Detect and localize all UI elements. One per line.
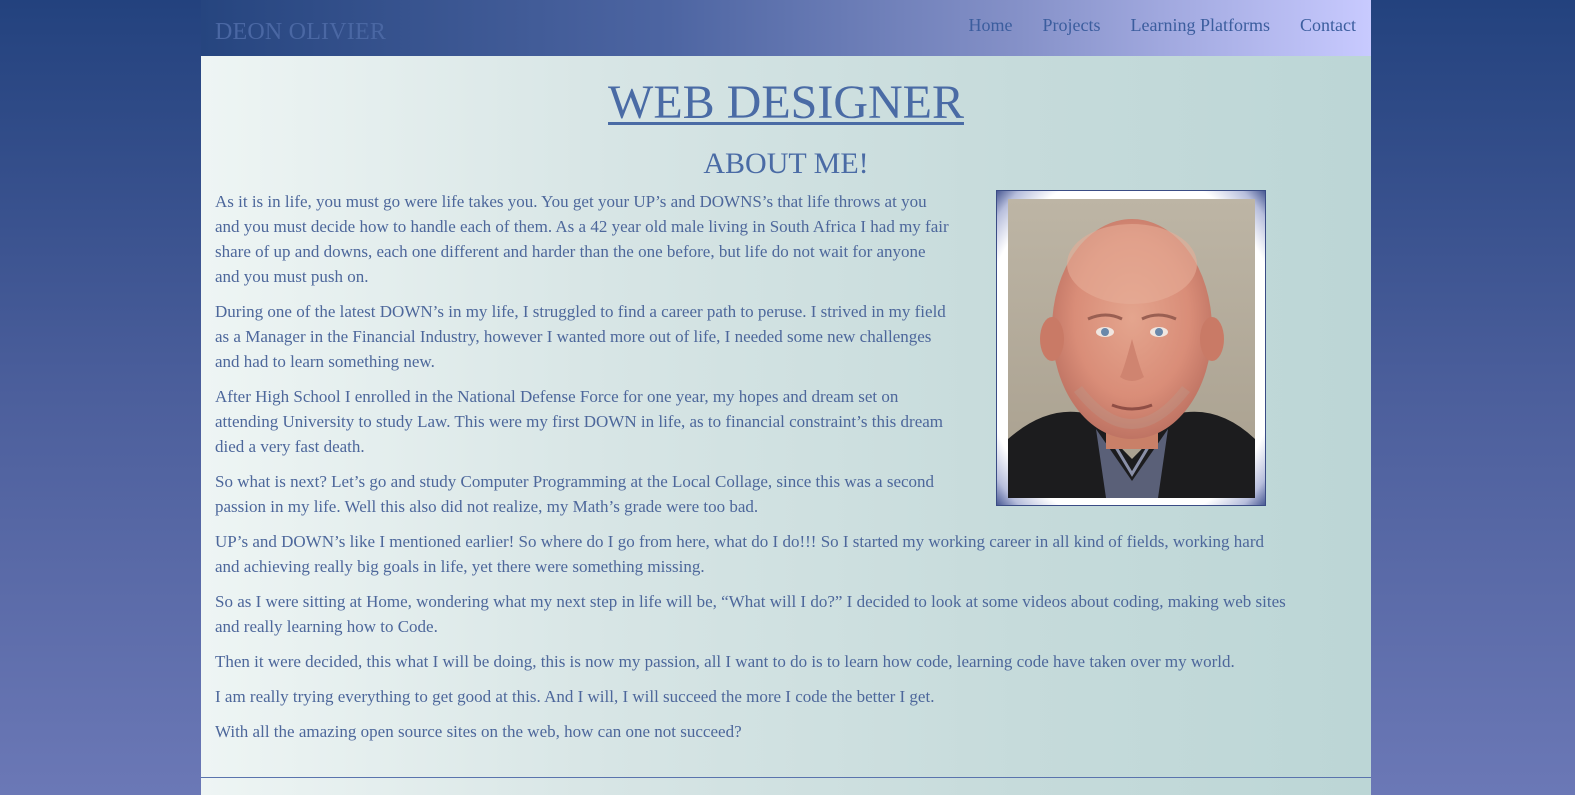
- main-nav: Home Projects Learning Platforms Contact: [939, 14, 1356, 36]
- about-paragraph: With all the amazing open source sites o…: [215, 722, 742, 741]
- about-paragraph: I am really trying everything to get goo…: [215, 687, 935, 706]
- nav-projects-link[interactable]: Projects: [1043, 14, 1101, 36]
- about-paragraph: As it is in life, you must go were life …: [215, 192, 949, 286]
- nav-contact-link[interactable]: Contact: [1300, 14, 1356, 36]
- page: DEON OLIVIER Home Projects Learning Plat…: [201, 0, 1371, 795]
- site-brand[interactable]: DEON OLIVIER: [215, 18, 386, 46]
- about-paragraph: UP’s and DOWN’s like I mentioned earlier…: [215, 532, 1264, 576]
- about-paragraph: After High School I enrolled in the Nati…: [215, 387, 944, 456]
- nav-learning-platforms-link[interactable]: Learning Platforms: [1131, 14, 1270, 36]
- about-paragraph: So as I were sitting at Home, wondering …: [215, 592, 1286, 636]
- footer-divider: [201, 777, 1371, 778]
- about-paragraph: During one of the latest DOWN’s in my li…: [215, 302, 946, 371]
- page-title: WEB DESIGNER: [608, 76, 964, 129]
- nav-home-link[interactable]: Home: [969, 14, 1013, 36]
- main-content: WEB DESIGNER ABOUT ME! As it is in life,…: [201, 56, 1371, 795]
- about-paragraph: Then it were decided, this what I will b…: [215, 652, 1235, 671]
- site-header: DEON OLIVIER Home Projects Learning Plat…: [201, 0, 1371, 56]
- about-paragraph: So what is next? Let’s go and study Comp…: [215, 472, 935, 516]
- about-text: As it is in life, you must go were life …: [215, 189, 1290, 754]
- section-subtitle: ABOUT ME!: [703, 147, 869, 180]
